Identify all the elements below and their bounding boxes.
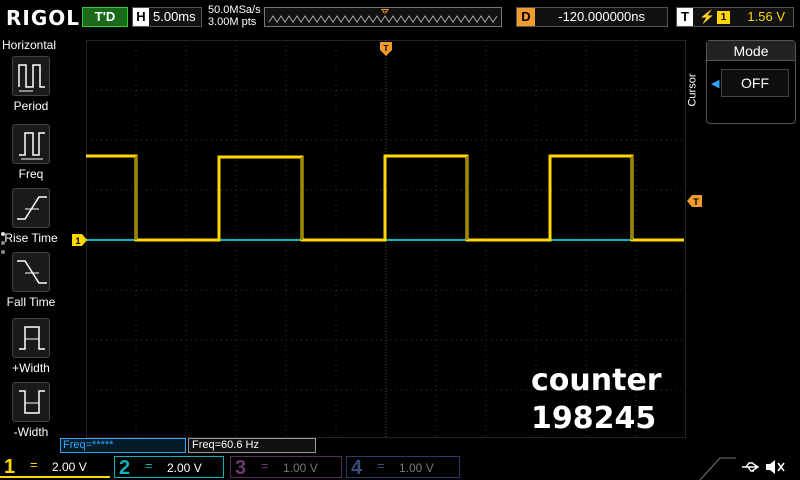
sidebar-item-label: Rise Time — [4, 231, 58, 245]
counter-overlay: counter 198245 — [531, 362, 662, 438]
positive-width-icon — [12, 318, 50, 358]
counter-label: counter — [531, 363, 662, 398]
trigger-key: T — [677, 8, 693, 26]
cursor-panel-title: Cursor — [686, 73, 699, 107]
channel-number: 2 — [119, 457, 131, 479]
trigger-box[interactable]: T ⚡ 1 1.56 V — [676, 7, 794, 27]
dc-coupling-icon: = — [30, 457, 38, 472]
freq-icon — [12, 124, 50, 164]
chevron-left-icon: ◀ — [711, 78, 720, 90]
cursor-panel[interactable]: Mode ◀ OFF — [706, 40, 796, 124]
channel-scale: 1.00 V — [399, 461, 434, 475]
sidebar-item-fall-time[interactable]: Fall Time — [0, 252, 62, 316]
usb-icon — [742, 462, 760, 472]
delay-box[interactable]: D -120.000000ns — [516, 7, 668, 27]
trigger-status-badge: T'D — [82, 7, 128, 27]
counter-value: 198245 — [531, 401, 657, 436]
trigger-level-label: T — [693, 197, 699, 207]
channel-number: 4 — [351, 457, 363, 479]
trigger-position-label: T — [384, 44, 389, 53]
timebase-value: 5.00ms — [153, 9, 196, 24]
memory-overview-strip[interactable]: T — [264, 7, 502, 27]
dc-coupling-icon: = — [145, 458, 153, 473]
trigger-level-marker[interactable]: T — [686, 195, 702, 207]
channel-bar: 1 = 2.00 V 2 = 2.00 V 3 = 1.00 V 4 = 1.0… — [0, 454, 800, 480]
sidebar-item-label: +Width — [12, 361, 50, 375]
status-bar: RIGOL T'D H 5.00ms 50.0MSa/s 3.00M pts T … — [0, 0, 800, 36]
channel-number: 3 — [235, 457, 247, 479]
period-icon — [12, 56, 50, 96]
ch1-marker-label: 1 — [75, 236, 80, 246]
acquisition-info: 50.0MSa/s 3.00M pts — [208, 4, 261, 28]
sample-rate: 50.0MSa/s — [208, 4, 261, 16]
channel-scale: 2.00 V — [52, 460, 87, 474]
rising-edge-icon: ⚡ — [699, 9, 716, 24]
sidebar-item-period[interactable]: Period — [0, 56, 62, 120]
delay-key: D — [517, 8, 535, 26]
svg-text:T: T — [383, 10, 388, 17]
sidebar-item-negative-width[interactable]: -Width — [0, 382, 62, 446]
measurement-freq-ch1[interactable]: Freq=60.6 Hz — [188, 438, 316, 453]
horizontal-key: H — [133, 8, 149, 26]
sidebar-title: Horizontal — [2, 38, 57, 52]
dc-coupling-icon: = — [377, 458, 385, 473]
cursor-mode-label: Mode — [707, 41, 795, 61]
speaker-muted-icon[interactable] — [764, 459, 786, 475]
sidebar-item-label: -Width — [13, 425, 49, 439]
channel-number: 1 — [4, 456, 16, 478]
ch1-ground-marker[interactable]: 1 — [72, 234, 88, 246]
channel-1-button[interactable]: 1 = 2.00 V — [0, 456, 110, 478]
sidebar-item-freq[interactable]: Freq — [0, 124, 62, 188]
sidebar-item-positive-width[interactable]: +Width — [0, 318, 62, 382]
delay-value: -120.000000ns — [558, 9, 645, 24]
cursor-title-wrap: Cursor — [686, 70, 700, 110]
channel-scale: 2.00 V — [167, 461, 202, 475]
cursor-mode-value[interactable]: OFF — [721, 69, 789, 97]
sidebar-item-label: Period — [13, 99, 49, 113]
channel-3-button[interactable]: 3 = 1.00 V — [230, 456, 342, 479]
corner-decoration — [700, 457, 736, 480]
sidebar-item-label: Freq — [18, 167, 44, 181]
measurement-freq-ch2[interactable]: Freq=***** — [60, 438, 186, 453]
sidebar-item-label: Fall Time — [6, 295, 56, 309]
measure-sidebar: Horizontal Period Freq Rise Time Fall Ti… — [0, 36, 62, 454]
timebase-box[interactable]: H 5.00ms — [132, 7, 202, 27]
memory-depth: 3.00M pts — [208, 16, 257, 28]
rise-time-icon — [12, 188, 50, 228]
dc-coupling-icon: = — [261, 458, 269, 473]
channel-scale: 1.00 V — [283, 461, 318, 475]
trigger-level: 1.56 V — [747, 9, 785, 24]
sidebar-item-rise-time[interactable]: Rise Time — [0, 188, 62, 252]
negative-width-icon — [12, 382, 50, 422]
fall-time-icon — [12, 252, 50, 292]
channel-2-button[interactable]: 2 = 2.00 V — [114, 456, 224, 479]
memory-waveform-icon: T — [268, 9, 498, 23]
channel-4-button[interactable]: 4 = 1.00 V — [346, 456, 460, 479]
brand-logo: RIGOL — [6, 6, 81, 30]
trigger-source-badge: 1 — [717, 11, 730, 24]
